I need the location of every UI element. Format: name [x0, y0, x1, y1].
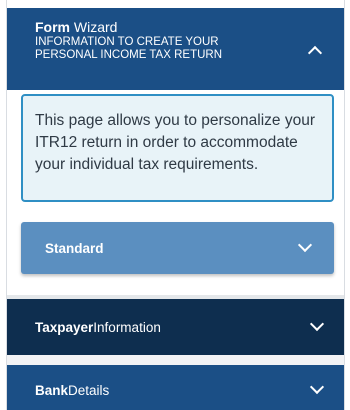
- accordion-bank-label-bold: Bank: [35, 382, 69, 398]
- wizard-title-rest: Wizard: [70, 19, 118, 35]
- wizard-title: Form Wizard: [35, 20, 332, 35]
- chevron-down-icon[interactable]: [309, 379, 325, 395]
- form-wizard-panel: Form Wizard INFORMATION TO CREATE YOUR P…: [6, 0, 345, 410]
- accordion-taxpayer-label-bold: Taxpayer: [35, 319, 94, 335]
- accordion-standard-label: Standard: [45, 240, 104, 256]
- accordion-standard[interactable]: Standard: [21, 222, 334, 274]
- chevron-down-icon[interactable]: [297, 237, 313, 253]
- accordion-taxpayer-information[interactable]: Taxpayer Information: [7, 299, 344, 355]
- accordion-bank-label-rest: Details: [68, 382, 110, 398]
- chevron-down-icon[interactable]: [309, 316, 325, 332]
- accordion-taxpayer-label-rest: Information: [93, 319, 161, 335]
- section-gap: [7, 355, 344, 365]
- wizard-subtitle: INFORMATION TO CREATE YOUR PERSONAL INCO…: [35, 36, 223, 61]
- wizard-title-bold: Form: [35, 19, 70, 35]
- form-wizard-header[interactable]: Form Wizard INFORMATION TO CREATE YOUR P…: [7, 8, 344, 90]
- chevron-up-icon[interactable]: [307, 45, 323, 61]
- info-message: This page allows you to personalize your…: [21, 94, 334, 202]
- accordion-bank-details[interactable]: Bank Details: [7, 365, 344, 410]
